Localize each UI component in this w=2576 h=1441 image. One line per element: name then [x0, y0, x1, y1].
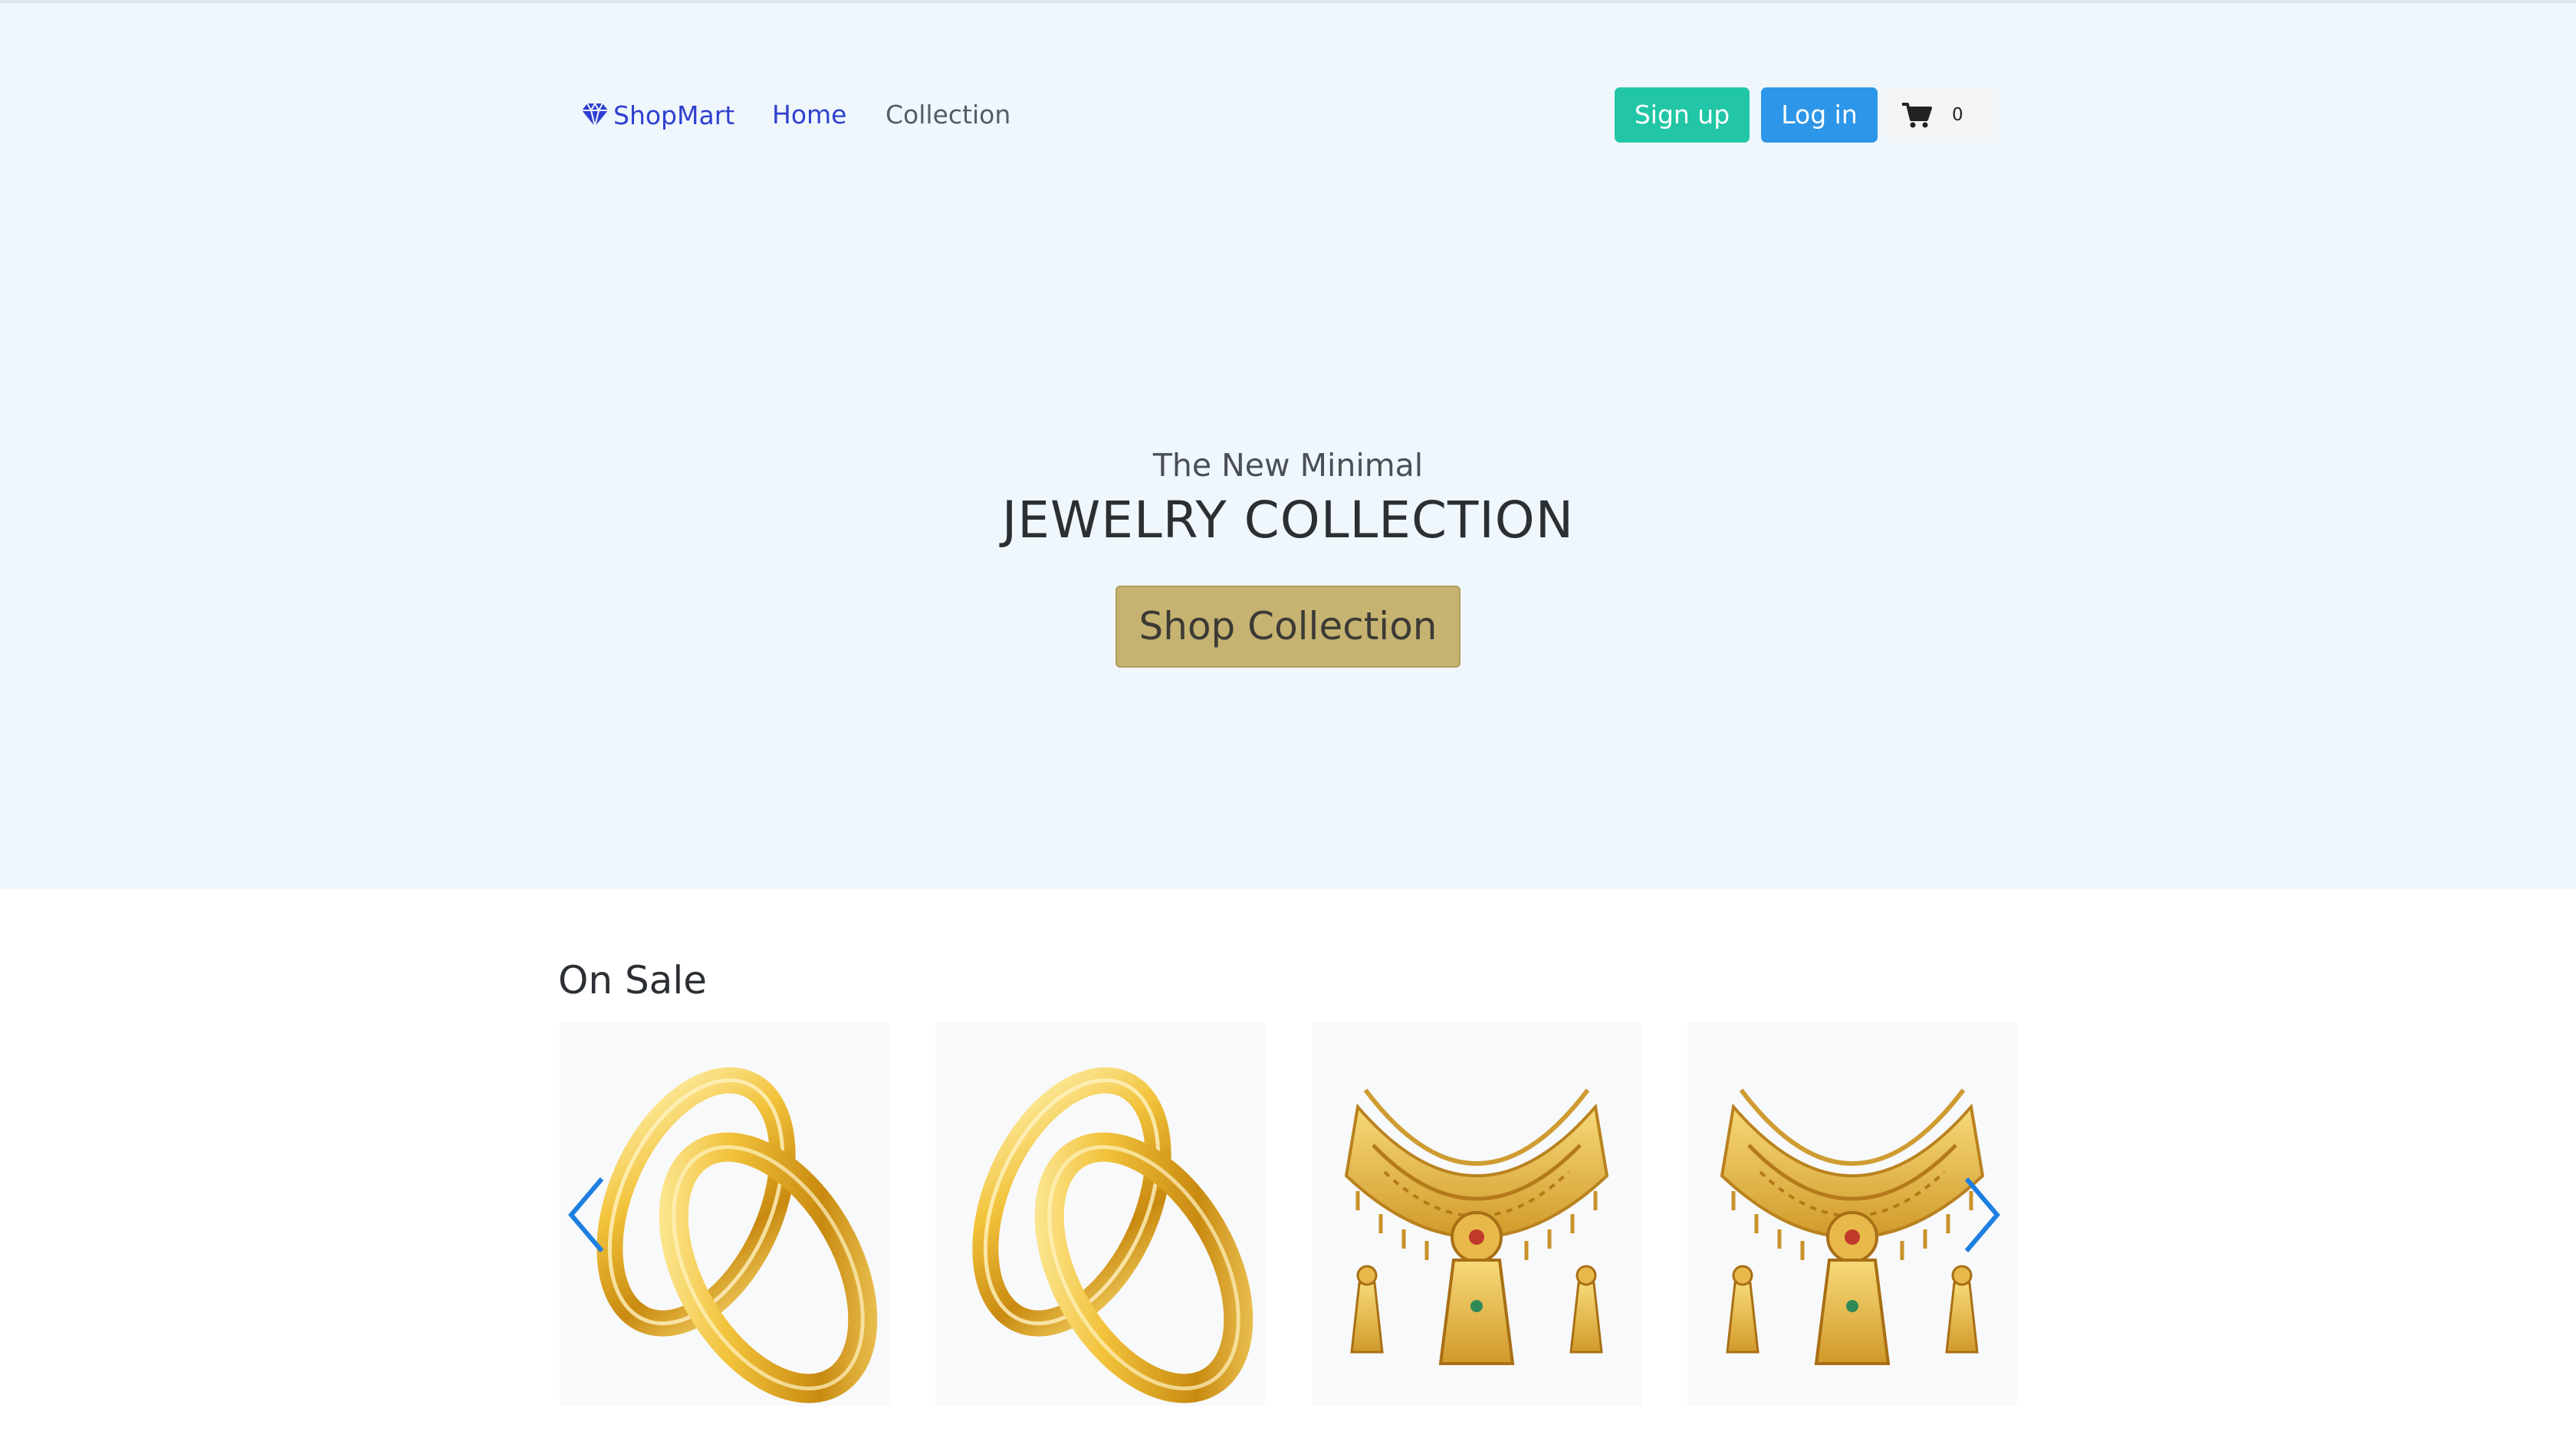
nav-link-home[interactable]: Home	[772, 97, 846, 133]
cart-count: 0	[1952, 105, 1963, 125]
navbar: ShopMart Home Collection Sign up Log in …	[560, 84, 2001, 146]
cart-button[interactable]: 0	[1886, 87, 1998, 143]
shop-collection-button[interactable]: Shop Collection	[1116, 586, 1460, 668]
chevron-left-icon	[568, 1177, 604, 1252]
login-button[interactable]: Log in	[1761, 87, 1878, 143]
hero-subtitle: The New Minimal	[1152, 447, 1424, 484]
product-card[interactable]	[1312, 1022, 1641, 1406]
brand-name: ShopMart	[613, 100, 735, 130]
gold-rings-image	[935, 1022, 1265, 1406]
gold-necklace-image	[1312, 1022, 1641, 1406]
on-sale-heading: On Sale	[558, 958, 707, 1003]
brand-logo[interactable]: ShopMart	[581, 97, 734, 133]
nav-link-collection[interactable]: Collection	[886, 97, 1010, 133]
diamond-icon	[582, 102, 608, 127]
cart-icon	[1902, 103, 1932, 128]
product-card[interactable]	[935, 1022, 1265, 1406]
carousel-prev-button[interactable]	[564, 1173, 610, 1257]
chevron-right-icon	[1964, 1177, 2000, 1252]
carousel-next-button[interactable]	[1959, 1173, 2005, 1257]
signup-button[interactable]: Sign up	[1615, 87, 1750, 143]
hero-title: JEWELRY COLLECTION	[1001, 491, 1575, 550]
